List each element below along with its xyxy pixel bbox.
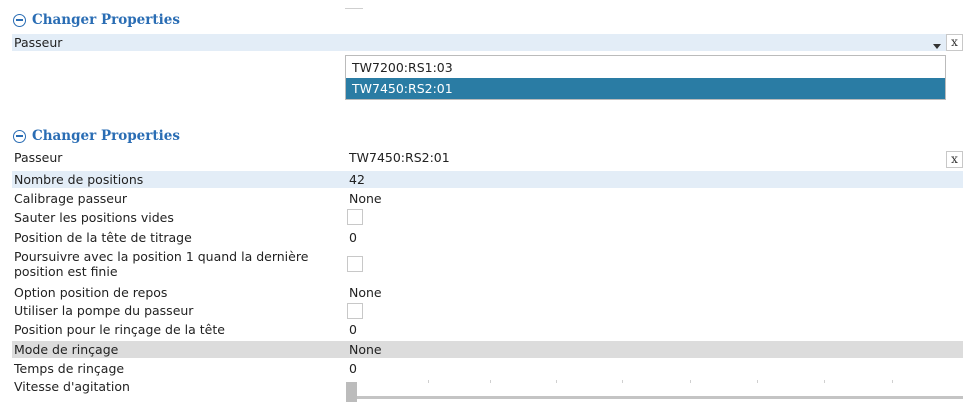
clear-x-icon[interactable]: x (946, 151, 963, 168)
slider-tick (690, 380, 691, 383)
vitesse-slider-handle[interactable] (346, 382, 357, 402)
mode-rincage-label: Mode de rinçage (14, 342, 119, 357)
sauter-checkbox[interactable] (347, 209, 363, 225)
dropdown-caret-icon[interactable] (933, 44, 941, 49)
position-tete-value[interactable]: 0 (349, 230, 357, 245)
rincage-tete-value[interactable]: 0 (349, 322, 357, 337)
slider-tick (556, 380, 557, 383)
calibrage-value[interactable]: None (349, 191, 382, 206)
nombre-positions-row[interactable]: Nombre de positions 42 (12, 171, 963, 188)
slider-tick (622, 380, 623, 383)
dropdown-option[interactable]: TW7200:RS1:03 (346, 57, 945, 78)
section-title-1: Changer Properties (32, 12, 180, 28)
mode-rincage-row[interactable]: Mode de rinçage None (12, 341, 963, 358)
dropdown-option-label: TW7450:RS2:01 (352, 81, 453, 96)
option-repos-value[interactable]: None (349, 285, 382, 300)
poursuivre-label: Poursuivre avec la position 1 quand la d… (14, 249, 309, 279)
nombre-positions-label: Nombre de positions (14, 172, 144, 187)
option-repos-row[interactable]: Option position de repos None (12, 284, 963, 301)
section-header-1[interactable]: Changer Properties (13, 12, 180, 28)
slider-tick (892, 380, 893, 383)
temps-rincage-value[interactable]: 0 (349, 361, 357, 376)
passeur-dropdown-list: TW7200:RS1:03 TW7450:RS2:01 (345, 55, 946, 100)
position-tete-label: Position de la tête de titrage (14, 230, 192, 245)
clear-button-label: x (951, 152, 958, 166)
slider-tick (490, 380, 491, 383)
section-title-2: Changer Properties (32, 128, 180, 144)
slider-tick (757, 380, 758, 383)
nombre-positions-value[interactable]: 42 (349, 172, 365, 187)
passeur-label: Passeur (14, 150, 63, 165)
collapse-minus-icon[interactable] (13, 129, 26, 143)
collapse-minus-icon[interactable] (13, 13, 26, 27)
vitesse-agitation-row: Vitesse d'agitation (12, 378, 963, 395)
pompe-label: Utiliser la pompe du passeur (14, 303, 194, 318)
calibrage-label: Calibrage passeur (14, 191, 128, 206)
top-divider (345, 8, 363, 9)
rincage-tete-label: Position pour le rinçage de la tête (14, 322, 225, 337)
slider-tick (824, 380, 825, 383)
vitesse-slider-track[interactable] (357, 396, 963, 399)
dropdown-option-selected[interactable]: TW7450:RS2:01 (346, 78, 945, 99)
slider-tick (428, 380, 429, 383)
mode-rincage-value[interactable]: None (349, 342, 382, 357)
sauter-row: Sauter les positions vides (12, 209, 963, 226)
sauter-label: Sauter les positions vides (14, 210, 174, 225)
rincage-tete-row[interactable]: Position pour le rinçage de la tête 0 (12, 321, 963, 338)
passeur-select-label: Passeur (14, 35, 63, 50)
section-header-2[interactable]: Changer Properties (13, 128, 180, 144)
temps-rincage-row[interactable]: Temps de rinçage 0 (12, 360, 963, 377)
pompe-checkbox[interactable] (347, 303, 363, 319)
pompe-row: Utiliser la pompe du passeur (12, 302, 963, 319)
vitesse-agitation-label: Vitesse d'agitation (14, 379, 130, 394)
clear-x-icon[interactable]: x (946, 34, 963, 51)
temps-rincage-label: Temps de rinçage (14, 361, 125, 376)
passeur-select-row[interactable]: Passeur (12, 34, 963, 51)
poursuivre-checkbox[interactable] (347, 256, 363, 272)
calibrage-row[interactable]: Calibrage passeur None (12, 190, 963, 207)
passeur-value[interactable]: TW7450:RS2:01 (349, 150, 450, 165)
passeur-row[interactable]: Passeur TW7450:RS2:01 (12, 149, 963, 166)
clear-button-label: x (951, 35, 958, 49)
option-repos-label: Option position de repos (14, 285, 168, 300)
position-tete-row[interactable]: Position de la tête de titrage 0 (12, 229, 963, 246)
dropdown-option-label: TW7200:RS1:03 (352, 60, 453, 75)
